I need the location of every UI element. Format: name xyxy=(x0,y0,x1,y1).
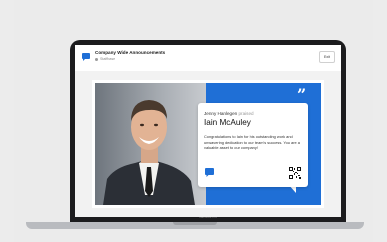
recipient-photo-image xyxy=(95,83,208,205)
praise-recipient: Iain McAuley xyxy=(204,118,251,127)
quote-icon: ” xyxy=(297,85,307,104)
app-subtitle-text: Staffbase xyxy=(100,57,116,61)
qr-code-icon xyxy=(289,167,301,179)
exit-button[interactable]: Exit xyxy=(319,51,335,63)
app-logo-icon xyxy=(82,53,90,61)
recipient-photo xyxy=(95,83,208,205)
praise-message: Congratulations to Iain for his outstand… xyxy=(204,134,300,151)
laptop-screen: Company Wide Announcements Staffbase Exi… xyxy=(75,45,341,217)
app-header: Company Wide Announcements Staffbase Exi… xyxy=(75,45,341,72)
praise-verb: praised xyxy=(238,111,254,116)
card-logo-icon xyxy=(205,168,214,177)
praise-author-line: Jenny Hanlegen praised xyxy=(204,111,254,116)
app-title: Company Wide Announcements xyxy=(95,50,166,55)
content-area: ” Jenny Hanlegen praised Iain McAuley Co… xyxy=(75,71,341,217)
app-subtitle-icon xyxy=(95,57,98,61)
praise-author: Jenny Hanlegen xyxy=(204,111,238,116)
laptop-notch xyxy=(173,222,217,225)
praise-card: Jenny Hanlegen praised Iain McAuley Cong… xyxy=(198,103,308,187)
app-subtitle: Staffbase xyxy=(95,57,115,61)
announcement-slide: ” Jenny Hanlegen praised Iain McAuley Co… xyxy=(92,80,324,208)
